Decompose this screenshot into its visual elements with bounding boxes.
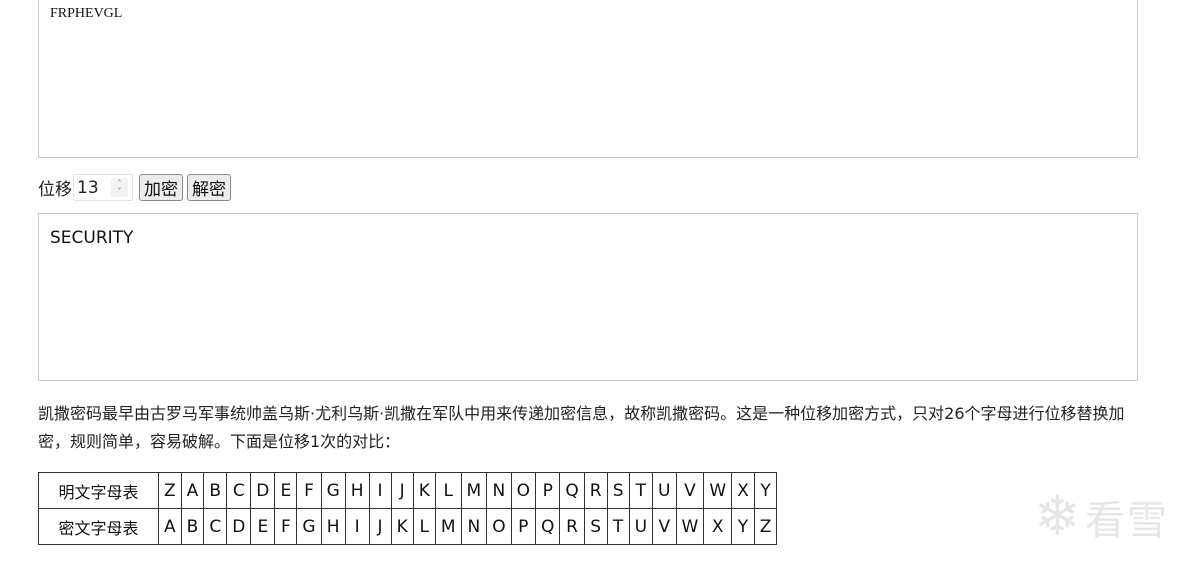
plain-alphabet-label: 明文字母表 <box>38 472 159 509</box>
plain-letter-cell: P <box>534 472 561 509</box>
cipher-letter-cell: U <box>628 508 654 545</box>
decrypt-button[interactable]: 解密 <box>187 174 231 201</box>
plain-letter-cell: O <box>510 472 537 509</box>
plain-letter-cell: V <box>675 472 705 509</box>
plain-letter-cell: A <box>180 472 205 509</box>
plain-letter-cell: F <box>296 472 322 509</box>
cipher-letter-cell: P <box>510 508 537 545</box>
cipher-letter-cell: Z <box>753 508 778 545</box>
stepper-arrows-icon[interactable]: ˄ ˅ <box>111 178 128 197</box>
shift-label: 位移 <box>38 180 72 200</box>
plain-letter-cell: M <box>460 472 488 509</box>
plain-letter-cell: B <box>203 472 228 509</box>
encrypt-button[interactable]: 加密 <box>139 174 183 201</box>
cipher-letter-cell: N <box>460 508 488 545</box>
snowflake-icon: ❄ <box>1034 484 1081 549</box>
cipher-letter-cell: C <box>203 508 228 545</box>
cipher-letter-cell: S <box>583 508 608 545</box>
cipher-letter-cell: F <box>274 508 298 545</box>
ciphertext-textarea[interactable]: SECURITY <box>38 213 1138 381</box>
plain-letter-cell: R <box>583 472 608 509</box>
cipher-letter-cell: B <box>180 508 205 545</box>
cipher-letter-cell: M <box>434 508 462 545</box>
cipher-letter-cell: T <box>606 508 630 545</box>
shift-value[interactable]: 13 <box>77 178 99 198</box>
plain-letter-cell: Y <box>753 472 778 509</box>
cipher-letter-cell: O <box>486 508 512 545</box>
chevron-down-icon[interactable]: ˅ <box>118 187 122 196</box>
plain-letter-cell: G <box>320 472 346 509</box>
cipher-letter-cell: E <box>250 508 276 545</box>
plain-letter-cell: H <box>344 472 370 509</box>
cipher-letter-cell: K <box>390 508 414 545</box>
cipher-letter-cell: D <box>226 508 252 545</box>
cipher-alphabet-label: 密文字母表 <box>38 508 159 545</box>
plain-letter-cell: W <box>703 472 733 509</box>
plain-letter-cell: I <box>368 472 392 509</box>
alphabet-comparison-table: 明文字母表 ZABCDEFGHIJKLMNOPQRSTUVWXY 密文字母表 A… <box>38 472 778 545</box>
cipher-letter-cell: R <box>559 508 585 545</box>
cipher-letter-cell: Q <box>534 508 561 545</box>
cipher-letter-cell: L <box>412 508 436 545</box>
plain-letter-cell: D <box>250 472 276 509</box>
plaintext-textarea[interactable]: FRPHEVGL <box>38 0 1138 158</box>
shift-controls: 位移 13 ˄ ˅ 加密 解密 <box>38 173 235 202</box>
cipher-letter-cell: A <box>158 508 182 545</box>
cipher-letter-cell: Y <box>731 508 755 545</box>
plain-letter-cell: E <box>274 472 298 509</box>
watermark-text: 看雪 <box>1084 498 1169 544</box>
cipher-letter-cell: H <box>320 508 346 545</box>
shift-stepper[interactable]: 13 ˄ ˅ <box>73 174 133 201</box>
plain-letter-cell: U <box>652 472 677 509</box>
plain-letter-cell: X <box>731 472 755 509</box>
kanxue-watermark: ❄ 看雪 <box>1034 488 1169 546</box>
cipher-letter-cell: I <box>344 508 370 545</box>
cipher-letter-cell: J <box>368 508 392 545</box>
plain-letter-cell: T <box>628 472 654 509</box>
cipher-letter-cell: G <box>296 508 322 545</box>
plain-letter-cell: Z <box>158 472 182 509</box>
plain-letter-cell: S <box>606 472 630 509</box>
cipher-alphabet-row: 密文字母表 ABCDEFGHIJKLMNOPQRSTUVWXYZ <box>38 508 778 545</box>
cipher-letter-cell: W <box>675 508 705 545</box>
plain-letter-cell: Q <box>559 472 585 509</box>
plain-letter-cell: K <box>412 472 436 509</box>
caesar-description: 凯撒密码最早由古罗马军事统帅盖乌斯·尤利乌斯·凯撒在军队中用来传递加密信息，故称… <box>38 404 1125 451</box>
plain-alphabet-row: 明文字母表 ZABCDEFGHIJKLMNOPQRSTUVWXY <box>38 472 778 509</box>
plain-letter-cell: J <box>390 472 414 509</box>
plain-letter-cell: N <box>486 472 512 509</box>
plain-letter-cell: L <box>434 472 462 509</box>
cipher-letter-cell: X <box>703 508 733 545</box>
plain-letter-cell: C <box>226 472 252 509</box>
cipher-letter-cell: V <box>652 508 677 545</box>
